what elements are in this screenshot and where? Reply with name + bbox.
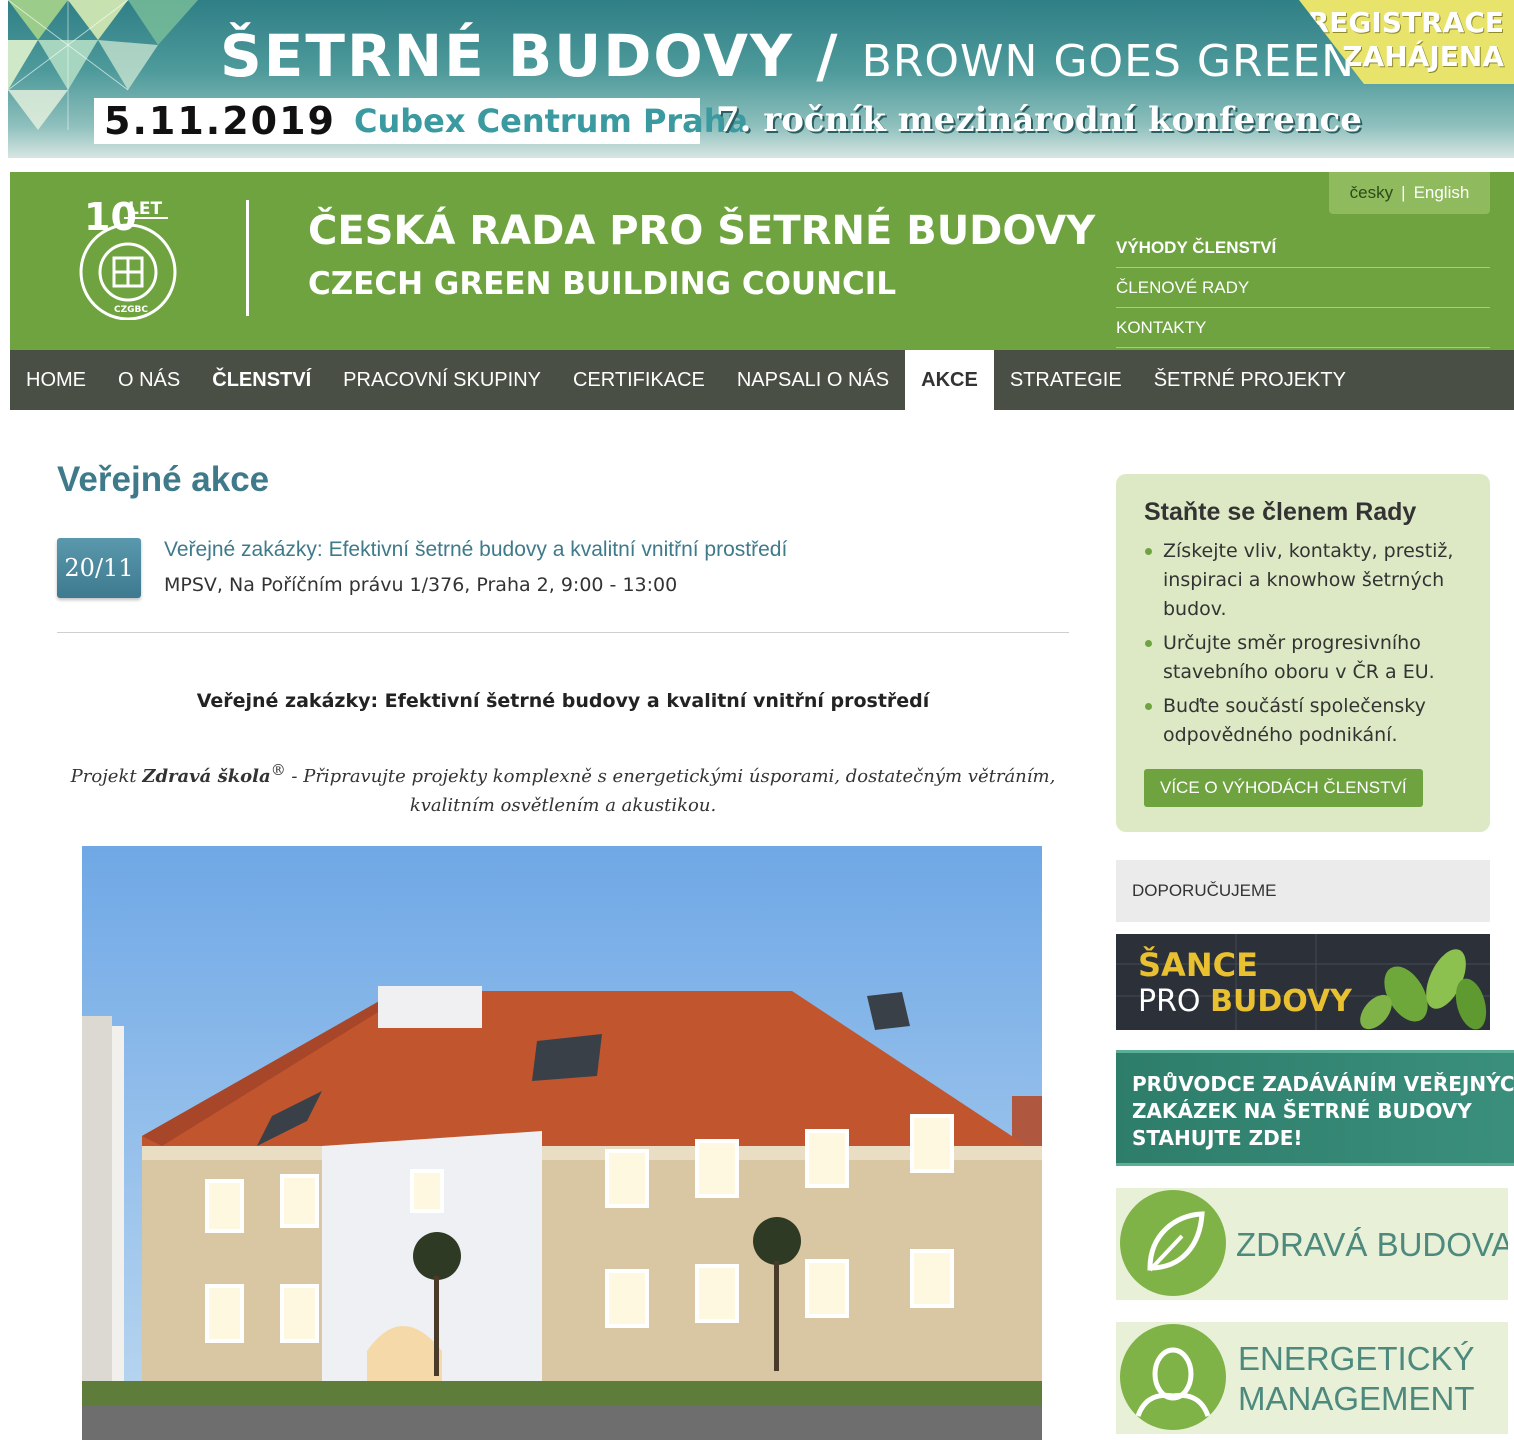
lang-separator: | — [1401, 183, 1406, 202]
energy-management-banner[interactable]: ENERGETICKÝ MANAGEMENT — [1116, 1322, 1508, 1434]
event-date-badge: 20/11 — [57, 538, 141, 598]
school-building-photo — [82, 846, 1042, 1440]
lang-english-link[interactable]: English — [1414, 183, 1470, 203]
nav-events[interactable]: AKCE — [905, 350, 994, 410]
ad-energ-line2: MANAGEMENT — [1238, 1380, 1475, 1417]
person-icon — [1120, 1324, 1226, 1430]
event-place: MPSV, Na Poříčním právu 1/376, Praha 2, … — [164, 574, 678, 596]
ad-zdrava-label: ZDRAVÁ BUDOVA — [1236, 1226, 1508, 1263]
event-title-link[interactable]: Veřejné zakázky: Efektivní šetrné budovy… — [164, 538, 787, 562]
healthy-building-banner[interactable]: ZDRAVÁ BUDOVA — [1116, 1188, 1508, 1300]
intro-prefix: Projekt — [70, 766, 143, 787]
nav-about[interactable]: O NÁS — [102, 350, 196, 410]
sance-pro-budovy-banner[interactable]: ŠANCE PRO BUDOVY — [1116, 934, 1490, 1030]
banner-venue: Cubex Centrum Praha — [353, 102, 749, 140]
link-contacts[interactable]: KONTAKTY — [1116, 308, 1490, 348]
link-membership-benefits[interactable]: VÝHODY ČLENSTVÍ — [1116, 228, 1490, 268]
banner-subtitle: BROWN GOES GREEN — [861, 36, 1356, 87]
ad-pruvodce-line3: STAHUJTE ZDE! — [1132, 1126, 1303, 1150]
leaf-icon — [1120, 1190, 1226, 1296]
nav-certification[interactable]: CERTIFIKACE — [557, 350, 721, 410]
conference-banner[interactable]: ŠETRNÉ BUDOVY / BROWN GOES GREEN 5.11.20… — [8, 0, 1514, 158]
ad-sance-title: ŠANCE — [1138, 946, 1258, 984]
divider — [57, 632, 1069, 633]
czgbc-logo[interactable]: 10 LET CZGBC — [76, 192, 186, 320]
registered-mark: ® — [270, 761, 286, 779]
nav-green-projects[interactable]: ŠETRNÉ PROJEKTY — [1138, 350, 1362, 410]
nav-working-groups[interactable]: PRACOVNÍ SKUPINY — [327, 350, 557, 410]
list-item: Určujte směr progresivního stavebního ob… — [1144, 629, 1470, 687]
ad-energ-line1: ENERGETICKÝ — [1238, 1340, 1475, 1377]
ad-sance-budovy: BUDOVY — [1210, 984, 1352, 1019]
article-intro: Projekt Zdravá škola® - Připravujte proj… — [57, 756, 1069, 820]
ad-sance-pro: PRO — [1138, 984, 1201, 1019]
logo-code: CZGBC — [114, 305, 148, 315]
banner-date-box: 5.11.2019 Cubex Centrum Praha — [94, 98, 748, 144]
article-heading: Veřejné zakázky: Efektivní šetrné budovy… — [196, 690, 930, 712]
site-header: 10 LET CZGBC ČESKÁ RADA PRO ŠETRNÉ BUDOV… — [10, 172, 1514, 350]
banner-title-main: ŠETRNÉ BUDOVY / — [220, 22, 840, 90]
lang-czech-link[interactable]: česky — [1350, 183, 1393, 203]
membership-title: Staňte se členem Rady — [1144, 498, 1417, 526]
membership-box: Staňte se členem Rady Získejte vliv, kon… — [1116, 474, 1490, 832]
main-nav: HOME O NÁS ČLENSTVÍ PRACOVNÍ SKUPINY CER… — [10, 350, 1514, 410]
ad-sance-subtitle: PRO BUDOVY — [1138, 984, 1352, 1019]
language-switcher: česky | English — [1329, 172, 1490, 214]
intro-text: - Připravujte projekty komplexně s energ… — [285, 766, 1056, 816]
banner-date: 5.11.2019 — [104, 99, 336, 143]
nav-press[interactable]: NAPSALI O NÁS — [721, 350, 905, 410]
ad-pruvodce-line2: ZAKÁZEK NA ŠETRNÉ BUDOVY — [1132, 1099, 1472, 1123]
ad-pruvodce-text: PRŮVODCE ZADÁVÁNÍM VEŘEJNÝCH ZAKÁZEK NA … — [1132, 1071, 1514, 1152]
banner-title: ŠETRNÉ BUDOVY / BROWN GOES GREEN — [220, 22, 1355, 90]
list-item: Získejte vliv, kontakty, prestiž, inspir… — [1144, 537, 1470, 624]
ad-pruvodce-line1: PRŮVODCE ZADÁVÁNÍM VEŘEJNÝCH — [1132, 1072, 1514, 1096]
nav-strategy[interactable]: STRATEGIE — [994, 350, 1138, 410]
logo-let: LET — [128, 199, 162, 219]
council-name-cz: ČESKÁ RADA PRO ŠETRNÉ BUDOVY — [308, 208, 1096, 254]
membership-benefits-button[interactable]: VÍCE O VÝHODÁCH ČLENSTVÍ — [1144, 769, 1423, 807]
membership-benefits-list: Získejte vliv, kontakty, prestiž, inspir… — [1144, 537, 1470, 750]
council-name-en: CZECH GREEN BUILDING COUNCIL — [308, 266, 897, 302]
intro-project-name: Zdravá škola — [142, 766, 271, 787]
header-quick-links: VÝHODY ČLENSTVÍ ČLENOVÉ RADY KONTAKTY — [1116, 228, 1490, 348]
nav-home[interactable]: HOME — [10, 350, 102, 410]
recommend-header: DOPORUČUJEME — [1116, 860, 1490, 922]
page-title: Veřejné akce — [57, 460, 270, 499]
nav-membership[interactable]: ČLENSTVÍ — [196, 350, 327, 410]
list-item: Buďte součástí společensky odpovědného p… — [1144, 692, 1470, 750]
link-council-members[interactable]: ČLENOVÉ RADY — [1116, 268, 1490, 308]
logo-divider — [246, 200, 249, 316]
procurement-guide-banner[interactable]: PRŮVODCE ZADÁVÁNÍM VEŘEJNÝCH ZAKÁZEK NA … — [1116, 1050, 1514, 1166]
banner-edition: 7. ročník mezinárodní konference — [716, 100, 1362, 140]
